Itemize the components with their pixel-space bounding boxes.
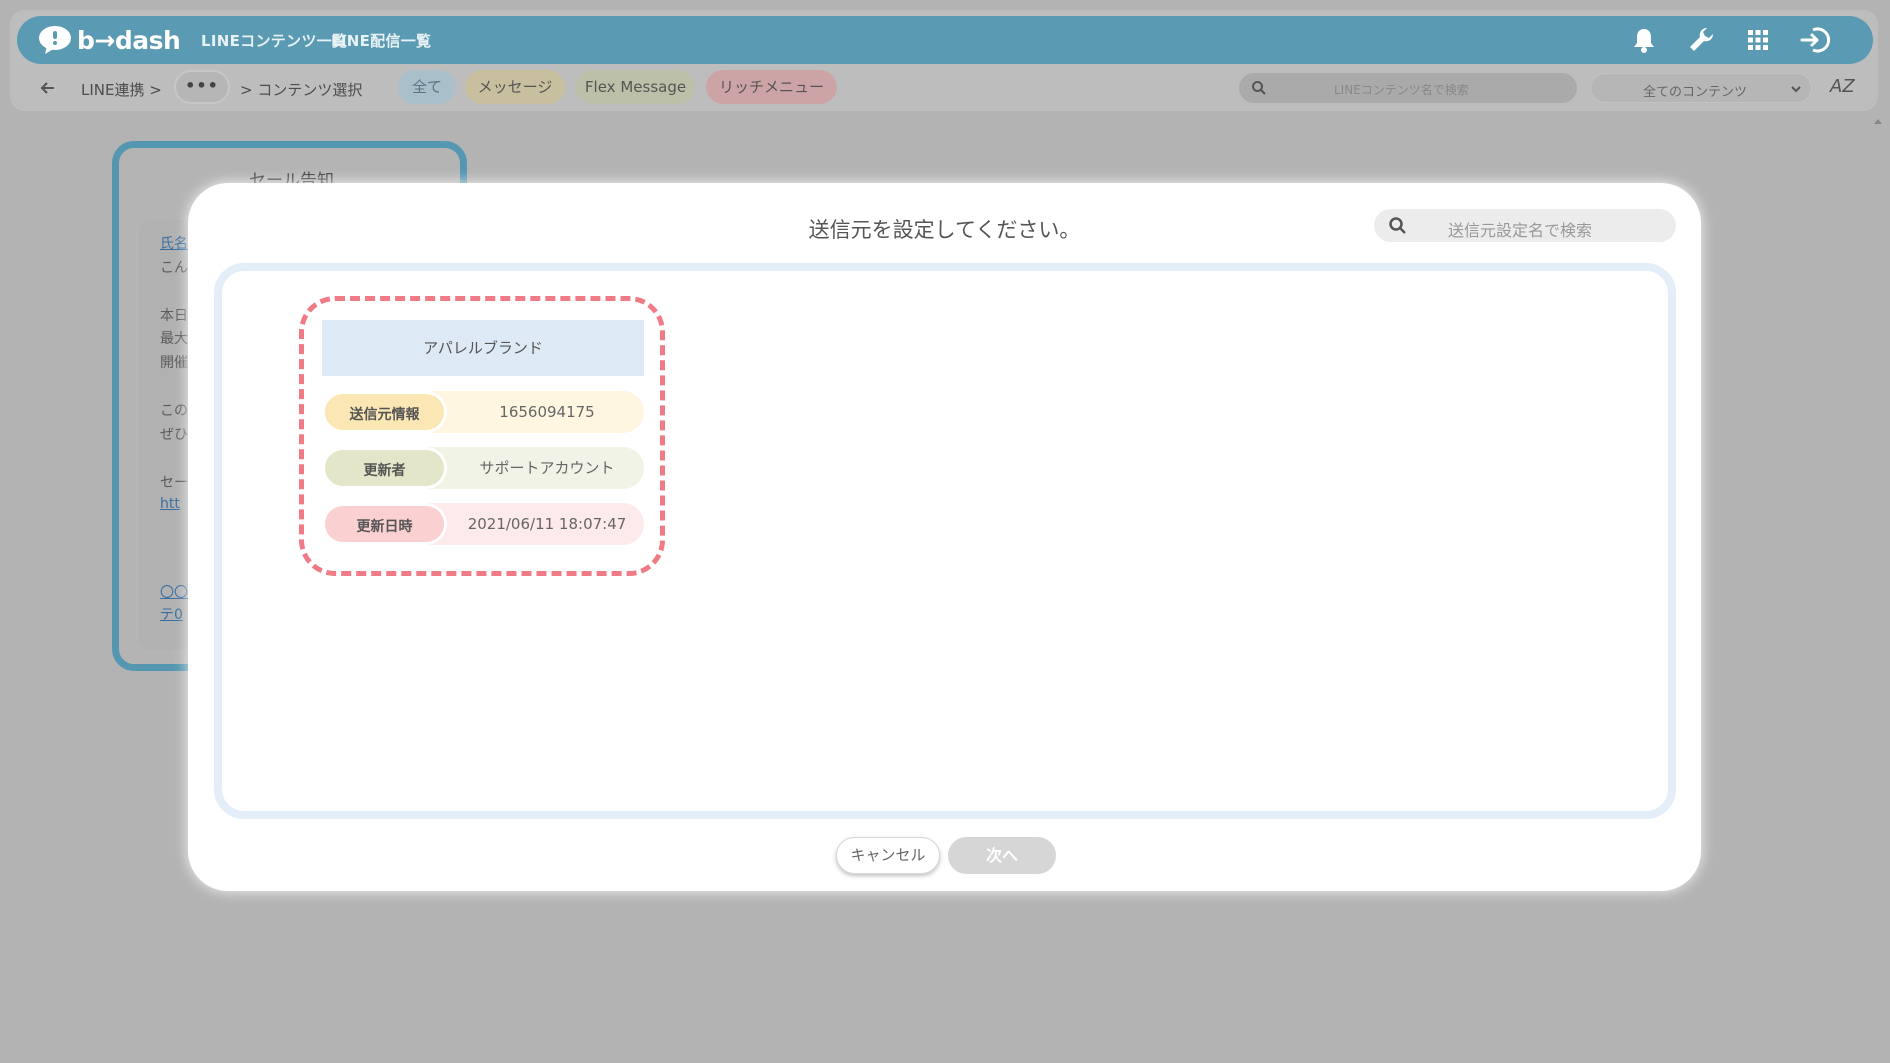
preview-line: 氏名 xyxy=(160,236,188,252)
brand-name: b→dash xyxy=(77,25,181,55)
select-value: 全てのコンテンツ xyxy=(1643,85,1748,100)
updater-label: 更新者 xyxy=(322,447,447,489)
preview-line: セー xyxy=(160,475,188,491)
search-placeholder: LINEコンテンツ名で検索 xyxy=(1334,83,1469,97)
sort-az-button[interactable]: AZ xyxy=(1830,76,1855,97)
cancel-button[interactable]: キャンセル xyxy=(836,837,940,874)
logout-icon[interactable] xyxy=(1799,24,1831,56)
bell-icon[interactable] xyxy=(1628,24,1660,56)
updated-at-row: 更新日時 2021/06/11 18:07:47 xyxy=(322,503,644,545)
breadcrumb-line[interactable]: LINE連携 > xyxy=(81,79,162,100)
search-icon xyxy=(1389,217,1406,234)
sender-search-input[interactable]: 送信元設定名で検索 xyxy=(1374,209,1676,242)
sender-name: アパレルブランド xyxy=(322,320,644,376)
preview-line: 開催 xyxy=(160,355,188,371)
wrench-icon[interactable] xyxy=(1685,24,1717,56)
scroll-up-icon[interactable] xyxy=(1872,116,1884,126)
preview-line: この xyxy=(160,403,188,419)
brand-logo[interactable]: b→dash xyxy=(35,23,181,57)
sender-info-row: 送信元情報 1656094175 xyxy=(322,391,644,433)
logo-bubble-icon xyxy=(39,26,71,54)
content-search-input[interactable]: LINEコンテンツ名で検索 xyxy=(1239,73,1577,103)
nav-line-contents[interactable]: LINEコンテンツ一覧 xyxy=(201,30,347,51)
updated-at-label: 更新日時 xyxy=(322,503,447,545)
tab-message[interactable]: メッセージ xyxy=(465,70,565,104)
preview-line: 最大 xyxy=(160,331,188,347)
tab-all[interactable]: 全て xyxy=(398,70,456,104)
screen: b→dash LINEコンテンツ一覧 LINE配信一覧 LINE連携 > •••… xyxy=(0,0,1890,1063)
preview-line: 〇〇 xyxy=(160,585,188,601)
breadcrumb-more-button[interactable]: ••• xyxy=(174,70,230,104)
preview-line: htt xyxy=(160,496,180,512)
next-button[interactable]: 次へ xyxy=(948,837,1056,874)
global-nav: b→dash LINEコンテンツ一覧 LINE配信一覧 xyxy=(17,16,1873,64)
updated-at-value: 2021/06/11 18:07:47 xyxy=(467,515,627,533)
sender-info-value: 1656094175 xyxy=(499,403,595,421)
preview-line: 本日 xyxy=(160,308,188,324)
preview-line: テ0 xyxy=(160,607,183,623)
nav-line-delivery[interactable]: LINE配信一覧 xyxy=(331,30,431,51)
chevron-down-icon xyxy=(1791,86,1801,93)
updater-value: サポートアカウント xyxy=(479,459,615,477)
sender-info-label: 送信元情報 xyxy=(322,391,447,433)
preview-line: こん xyxy=(160,260,188,276)
breadcrumb-current: > コンテンツ選択 xyxy=(240,81,363,99)
tab-flex-message[interactable]: Flex Message xyxy=(576,70,695,104)
preview-line: ぜひ xyxy=(160,427,188,443)
apps-grid-icon[interactable] xyxy=(1742,24,1774,56)
search-icon xyxy=(1252,81,1266,95)
sender-search-placeholder: 送信元設定名で検索 xyxy=(1448,221,1593,240)
back-arrow-icon[interactable] xyxy=(38,78,58,98)
tab-rich-menu[interactable]: リッチメニュー xyxy=(706,70,837,104)
content-type-select[interactable]: 全てのコンテンツ xyxy=(1590,73,1812,103)
updater-row: 更新者 サポートアカウント xyxy=(322,447,644,489)
